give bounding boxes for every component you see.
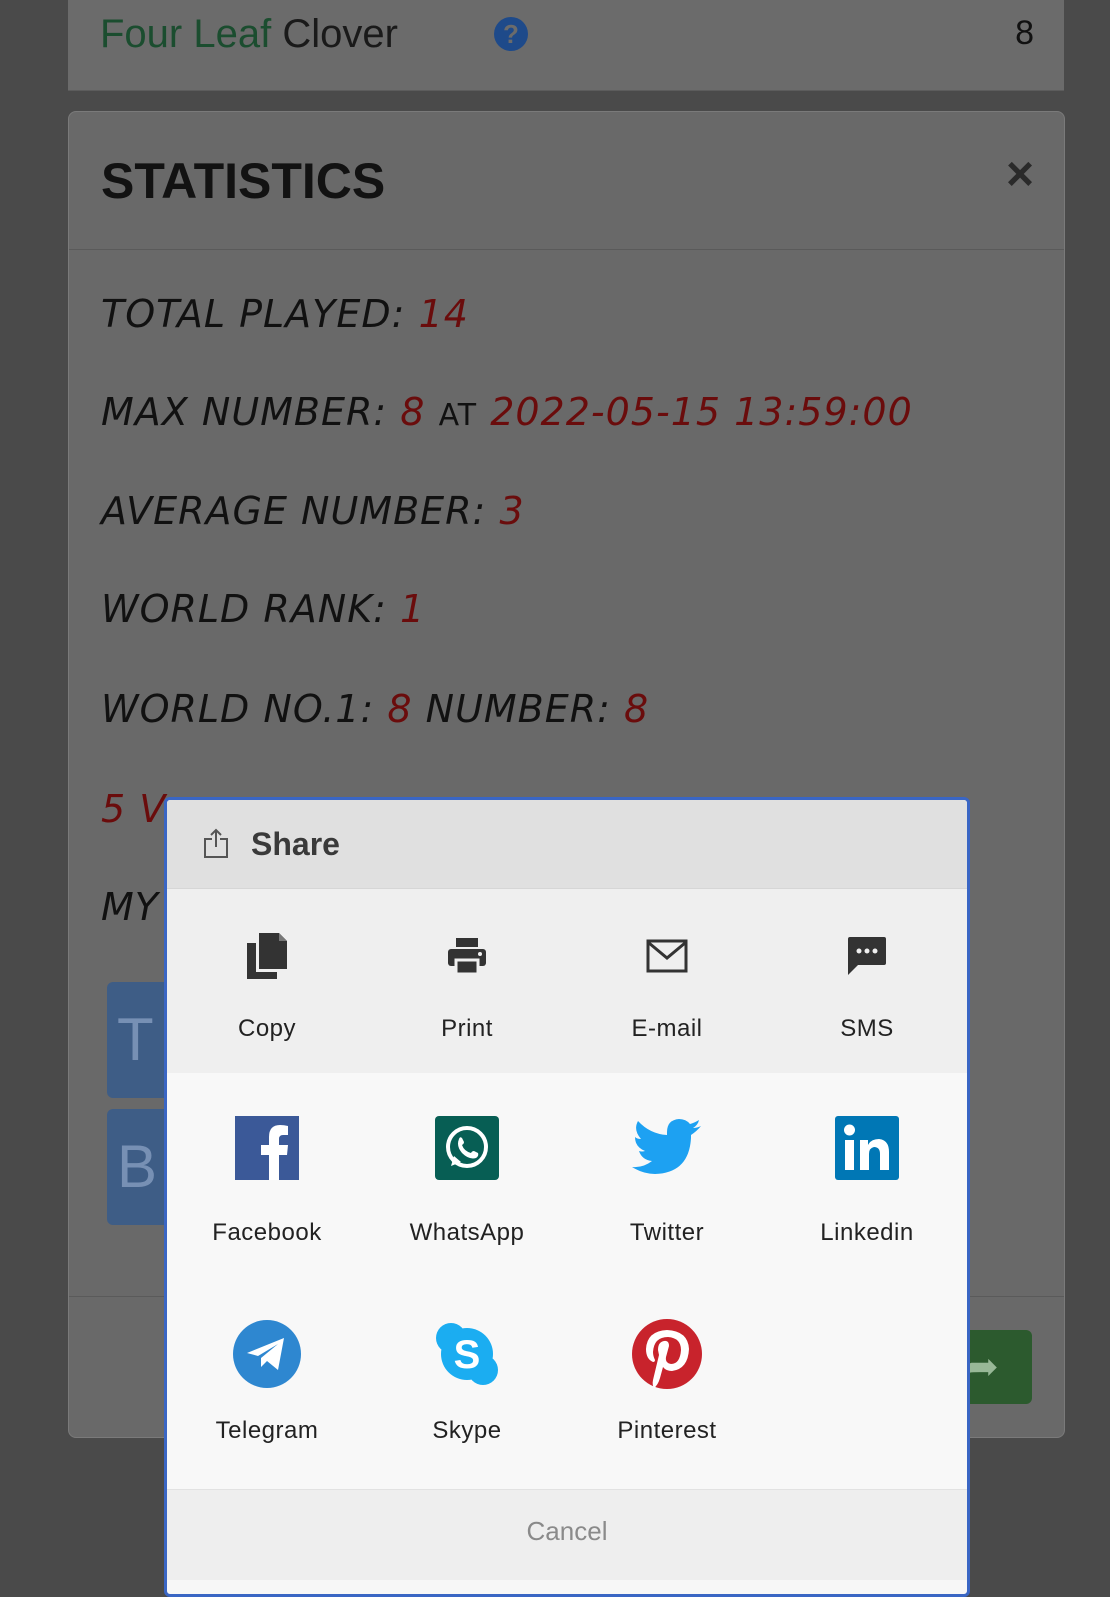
pinterest-action[interactable]: Pinterest <box>567 1283 767 1493</box>
stat-world-rank-label: WORLD RANK: <box>101 587 387 631</box>
stat-max-number-at: AT <box>438 398 478 433</box>
print-action[interactable]: Print <box>367 889 567 1073</box>
copy-action[interactable]: Copy <box>167 889 367 1073</box>
share-sheet: Share Copy Print E-mail SMS Facebook Wha… <box>164 797 970 1597</box>
stat-partial-line: 5 V <box>101 787 166 831</box>
facebook-label: Facebook <box>212 1219 322 1246</box>
social-actions: Facebook WhatsApp Twitter Linkedin Teleg… <box>167 1073 967 1493</box>
stat-average-value: 3 <box>499 489 525 533</box>
stat-world-rank-value: 1 <box>400 587 426 631</box>
whatsapp-label: WhatsApp <box>409 1219 525 1246</box>
copy-icon <box>245 927 289 985</box>
stat-world-no1-label: WORLD NO.1: <box>101 687 375 731</box>
linkedin-action[interactable]: Linkedin <box>767 1073 967 1283</box>
app-title-part2: Clover <box>282 12 398 56</box>
linkedin-label: Linkedin <box>820 1219 914 1246</box>
header-count: 8 <box>1015 14 1034 52</box>
stat-average-number: AVERAGE NUMBER: 3 <box>101 489 525 533</box>
close-button[interactable]: × <box>1006 147 1034 202</box>
stat-my-label: MY <box>101 885 159 929</box>
telegram-label: Telegram <box>215 1417 319 1444</box>
sms-action[interactable]: SMS <box>767 889 967 1073</box>
stat-world-rank: WORLD RANK: 1 <box>101 587 425 631</box>
help-icon[interactable]: ? <box>494 17 528 51</box>
telegram-action[interactable]: Telegram <box>167 1283 367 1493</box>
whatsapp-action[interactable]: WhatsApp <box>367 1073 567 1283</box>
sms-label: SMS <box>840 1015 894 1042</box>
copy-label: Copy <box>237 1015 297 1042</box>
app-title: Four Leaf Clover <box>100 10 398 58</box>
skype-icon: S <box>434 1319 500 1389</box>
share-icon <box>203 827 229 864</box>
stat-total-played: TOTAL PLAYED: 14 <box>101 292 469 336</box>
stat-max-number-label: MAX NUMBER: <box>101 390 388 434</box>
app-title-part1: Four Leaf <box>100 12 272 56</box>
social-row-1: Facebook WhatsApp Twitter Linkedin <box>167 1073 967 1283</box>
email-icon <box>646 927 688 985</box>
stat-world-no1-value: 8 <box>387 687 413 731</box>
twitter-icon <box>631 1115 703 1181</box>
whatsapp-icon <box>435 1115 499 1181</box>
share-title: Share <box>251 826 340 862</box>
pinterest-label: Pinterest <box>617 1417 717 1444</box>
stat-total-played-label: TOTAL PLAYED: <box>101 292 406 336</box>
stat-partial-text: 5 V <box>101 787 167 831</box>
facebook-action[interactable]: Facebook <box>167 1073 367 1283</box>
stat-world-no1: WORLD NO.1: 8 NUMBER: 8 <box>101 687 649 731</box>
twitter-label: Twitter <box>629 1219 705 1246</box>
pinterest-icon <box>631 1319 703 1389</box>
sms-icon <box>846 927 888 985</box>
statistics-title: STATISTICS <box>101 153 386 209</box>
cancel-button[interactable]: Cancel <box>167 1489 967 1580</box>
telegram-icon <box>232 1319 302 1389</box>
stat-total-played-value: 14 <box>418 292 469 336</box>
share-arrow-icon: ➦ <box>965 1345 999 1389</box>
linkedin-icon <box>835 1115 899 1181</box>
social-row-2: Telegram S Skype Pinterest <box>167 1283 967 1493</box>
email-action[interactable]: E-mail <box>567 889 767 1073</box>
system-actions-row: Copy Print E-mail SMS <box>167 889 967 1073</box>
share-header: Share <box>167 800 967 889</box>
svg-text:S: S <box>454 1333 481 1377</box>
stat-max-number-value: 8 <box>400 390 426 434</box>
stat-number-label: NUMBER: <box>425 687 611 731</box>
app-header: Four Leaf Clover ? 8 <box>68 0 1064 91</box>
stat-my-line: MY <box>101 885 159 929</box>
statistics-header: STATISTICS × <box>69 112 1064 250</box>
email-label: E-mail <box>631 1015 703 1042</box>
stat-max-number-time: 2022-05-15 13:59:00 <box>490 390 913 434</box>
facebook-icon <box>235 1115 299 1181</box>
skype-label: Skype <box>432 1417 502 1444</box>
stat-max-number: MAX NUMBER: 8 AT 2022-05-15 13:59:00 <box>101 390 913 434</box>
skype-action[interactable]: S Skype <box>367 1283 567 1493</box>
twitter-action[interactable]: Twitter <box>567 1073 767 1283</box>
print-label: Print <box>441 1015 493 1042</box>
print-icon <box>446 927 488 985</box>
stat-average-label: AVERAGE NUMBER: <box>101 489 487 533</box>
stat-number-value: 8 <box>624 687 650 731</box>
